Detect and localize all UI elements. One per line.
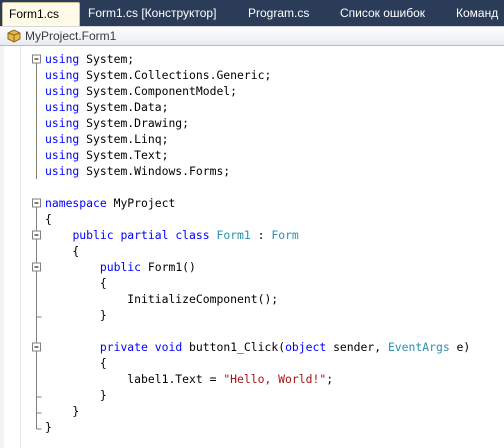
code-token: ;	[326, 372, 334, 386]
code-line[interactable]: using System.Text;	[45, 147, 168, 163]
code-line[interactable]: {	[45, 355, 107, 371]
collapse-toggle-icon[interactable]	[32, 54, 41, 64]
code-token: :	[250, 228, 272, 242]
code-token: }	[45, 404, 80, 418]
code-line[interactable]: private void button1_Click(object sender…	[45, 339, 470, 355]
code-line[interactable]: using System.Collections.Generic;	[45, 67, 271, 83]
code-token: System.ComponentModel;	[79, 84, 238, 98]
code-editor[interactable]: using System; using System.Collections.Ge…	[0, 46, 504, 448]
code-token: button1_Click(	[182, 340, 286, 354]
code-line[interactable]: namespace MyProject	[45, 195, 175, 211]
collapse-toggle-icon[interactable]	[32, 342, 41, 352]
code-line[interactable]: }	[45, 403, 79, 419]
code-token: namespace	[45, 196, 107, 210]
navigation-bar[interactable]: MyProject.Form1	[0, 26, 504, 46]
code-token: System;	[79, 52, 135, 66]
code-token: }	[45, 388, 107, 402]
code-token: System.Text;	[79, 148, 169, 162]
code-token: sender,	[326, 340, 388, 354]
type-dropdown-label[interactable]: MyProject.Form1	[25, 29, 116, 44]
code-token: public	[72, 228, 114, 242]
code-token: using	[45, 52, 80, 66]
code-line[interactable]: public Form1()	[45, 259, 196, 275]
code-token: MyProject	[106, 196, 176, 210]
document-tab-strip: Form1.cs Form1.cs [Конструктор] Program.cs…	[0, 0, 504, 26]
code-token: System.Data;	[79, 100, 169, 114]
code-line[interactable]: using System.Windows.Forms;	[45, 163, 230, 179]
code-line[interactable]: using System;	[45, 51, 134, 67]
code-token: {	[45, 356, 107, 370]
code-token: private	[99, 340, 148, 354]
code-line[interactable]: using System.Linq;	[45, 131, 168, 147]
code-token: e)	[449, 340, 471, 354]
code-token: {	[45, 212, 52, 226]
code-line[interactable]: label1.Text = "Hello, World!";	[45, 371, 333, 387]
code-token: Form1	[216, 228, 251, 242]
collapse-toggle-icon[interactable]	[32, 262, 41, 272]
code-token: using	[45, 164, 80, 178]
code-line[interactable]: }	[45, 387, 107, 403]
tab-список-ошибок[interactable]: Список ошибок	[334, 2, 442, 26]
tab-form1-cs-конструктор[interactable]: Form1.cs [Конструктор]	[82, 2, 234, 26]
tab-program-cs[interactable]: Program.cs	[242, 2, 326, 26]
code-token: object	[285, 340, 327, 354]
tab-команд[interactable]: Команд	[450, 2, 504, 26]
code-token: System.Collections.Generic;	[79, 68, 272, 82]
code-line[interactable]: using System.Data;	[45, 99, 168, 115]
code-line[interactable]: {	[45, 275, 107, 291]
code-token: using	[45, 132, 80, 146]
code-token: System.Drawing;	[79, 116, 190, 130]
code-token: using	[45, 148, 80, 162]
code-token: partial	[120, 228, 169, 242]
code-token: class	[175, 228, 210, 242]
code-token: {	[45, 244, 80, 258]
code-token: using	[45, 84, 80, 98]
code-line[interactable]: }	[45, 307, 107, 323]
code-token: label1.Text =	[45, 372, 224, 386]
code-line[interactable]: public partial class Form1 : Form	[45, 227, 299, 243]
code-line[interactable]: }	[45, 419, 52, 435]
code-line[interactable]: {	[45, 243, 79, 259]
code-token: }	[45, 308, 107, 322]
code-token: using	[45, 116, 80, 130]
code-token: using	[45, 68, 80, 82]
code-token: {	[45, 276, 107, 290]
class-icon	[7, 29, 21, 43]
code-token: public	[99, 260, 142, 274]
code-token: Form	[271, 228, 299, 242]
code-token: System.Linq;	[79, 132, 169, 146]
code-token: System.Windows.Forms;	[79, 164, 231, 178]
code-token: }	[45, 420, 52, 434]
code-token: InitializeComponent();	[45, 292, 279, 306]
code-token: using	[45, 100, 80, 114]
code-token: void	[154, 340, 183, 354]
code-line[interactable]: using System.ComponentModel;	[45, 83, 237, 99]
collapse-toggle-icon[interactable]	[32, 230, 41, 240]
collapse-toggle-icon[interactable]	[32, 198, 41, 208]
code-line[interactable]: {	[45, 211, 52, 227]
code-token: EventArgs	[387, 340, 450, 354]
code-token: Form1()	[141, 260, 196, 274]
code-line[interactable]: using System.Drawing;	[45, 115, 189, 131]
code-token: "Hello, World!"	[223, 372, 327, 386]
code-line[interactable]: InitializeComponent();	[45, 291, 278, 307]
tab-form1-cs[interactable]: Form1.cs	[2, 2, 80, 26]
